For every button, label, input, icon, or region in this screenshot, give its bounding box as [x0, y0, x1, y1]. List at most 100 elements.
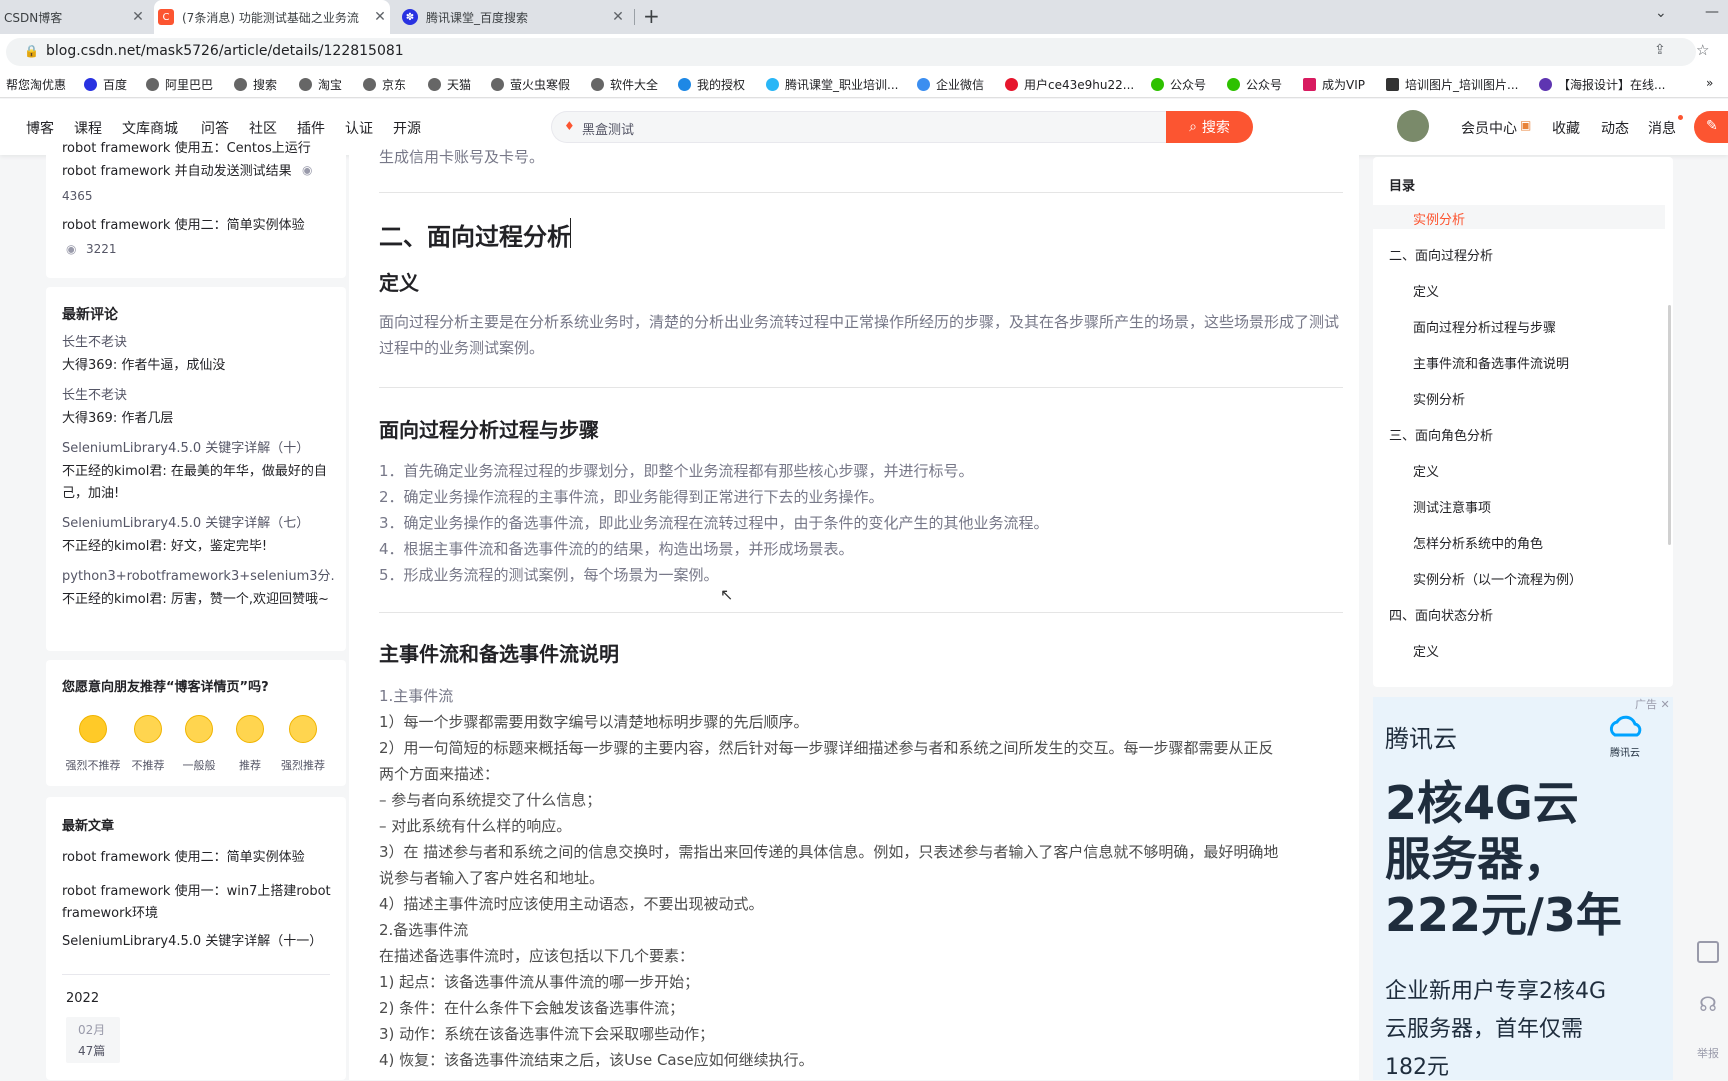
archive-year[interactable]: 2022	[66, 988, 99, 1010]
toc-item[interactable]: 二、面向过程分析	[1389, 245, 1493, 264]
avatar[interactable]	[1397, 110, 1429, 142]
bookmark-item[interactable]: 培训图片_培训图片...	[1386, 76, 1518, 93]
smile-face-icon[interactable]	[236, 715, 264, 743]
toc-item[interactable]: 主事件流和备选事件流说明	[1413, 353, 1569, 372]
wechat-icon	[1227, 78, 1240, 91]
bookmark-item[interactable]: 淘宝	[299, 76, 342, 93]
flow-line: 1) 起点：该备选事件流从事件流的哪一步开始；	[379, 973, 700, 991]
more-bookmarks-icon[interactable]: »	[1706, 76, 1713, 90]
close-icon[interactable]: ✕	[128, 9, 148, 25]
comment-post-link[interactable]: 长生不老诀	[62, 332, 127, 354]
recent-article-link[interactable]: robot framework 使用二：简单实例体验	[62, 847, 305, 869]
edit-note-button[interactable]	[1688, 932, 1728, 972]
bookmark-item[interactable]: 用户ce43e9hu22...	[1005, 76, 1134, 93]
neutral-face-icon[interactable]	[185, 715, 213, 743]
tab-search-chevron-icon[interactable]: ⌄	[1655, 5, 1667, 21]
toc-item[interactable]: 定义	[1413, 641, 1439, 660]
address-bar-row: 🔒 blog.csdn.net/mask5726/article/details…	[0, 34, 1728, 70]
recent-article-link[interactable]: robot framework 使用一：win7上搭建robot framewo…	[62, 881, 332, 925]
address-bar[interactable]: 🔒 blog.csdn.net/mask5726/article/details…	[6, 38, 1709, 66]
gift-icon: ▣	[1520, 118, 1532, 132]
bookmark-star-icon[interactable]: ☆	[1696, 41, 1709, 59]
search-button[interactable]: ⌕ 搜索	[1166, 111, 1253, 143]
browser-tab-baidu[interactable]: ✽ 腾讯课堂_百度搜索 ✕	[398, 0, 628, 34]
nav-link-plugin[interactable]: 插件	[297, 118, 325, 138]
share-icon[interactable]: ⇪	[1654, 42, 1666, 58]
member-center-link[interactable]: 会员中心	[1461, 118, 1517, 138]
bookmark-item[interactable]: 成为VIP	[1303, 76, 1365, 93]
toc-item[interactable]: 定义	[1413, 461, 1439, 480]
browser-tab-csdn[interactable]: CSDN博客 ✕	[0, 0, 148, 34]
edit-icon	[1697, 941, 1719, 963]
bookmark-item[interactable]: 萤火虫寒假	[491, 76, 570, 93]
hot-article-clipped[interactable]: robot framework 使用五：Centos上运行	[62, 138, 311, 160]
browser-tab-strip: CSDN博客 ✕ C (7条消息) 功能测试基础之业务流 ✕ ✽ 腾讯课堂_百度…	[0, 0, 1728, 34]
search-input[interactable]: ♦ 黑盒测试	[551, 111, 1167, 143]
nav-link-library[interactable]: 文库商城	[122, 118, 178, 138]
nav-link-course[interactable]: 课程	[74, 118, 102, 138]
tencent-cloud-logo-icon	[1605, 713, 1647, 743]
bookmark-item[interactable]: 企业微信	[917, 76, 984, 93]
nav-link-community[interactable]: 社区	[249, 118, 277, 138]
toc-item[interactable]: 三、面向角色分析	[1389, 425, 1493, 444]
comment-post-link[interactable]: python3+robotframework3+selenium3分...	[62, 566, 334, 588]
customer-service-button[interactable]: ☊	[1688, 984, 1728, 1024]
toc-item[interactable]: 定义	[1413, 281, 1439, 300]
globe-icon	[146, 78, 159, 91]
bookmark-item[interactable]: 帮您淘优惠	[6, 76, 66, 93]
bookmark-item[interactable]: 搜索	[234, 76, 277, 93]
messages-link[interactable]: 消息	[1648, 118, 1676, 138]
unhappy-face-icon[interactable]	[134, 715, 162, 743]
comment-post-link[interactable]: SeleniumLibrary4.5.0 关键字详解（十）	[62, 438, 309, 460]
bookmark-item[interactable]: 软件大全	[591, 76, 658, 93]
toc-item[interactable]: 面向过程分析过程与步骤	[1413, 317, 1556, 336]
minimize-icon[interactable]: —	[1705, 4, 1719, 20]
report-button[interactable]: 举报	[1688, 1038, 1728, 1068]
activity-link[interactable]: 动态	[1601, 118, 1629, 138]
step-item: 4．根据主事件流和备选事件流的的结果，构造出场景，并形成场景表。	[379, 540, 854, 558]
close-icon[interactable]: ✕	[370, 9, 390, 25]
close-icon[interactable]: ✕	[608, 9, 628, 25]
nav-link-blog[interactable]: 博客	[26, 118, 54, 138]
recent-article-link[interactable]: SeleniumLibrary4.5.0 关键字详解（十一）	[62, 931, 322, 953]
bookmark-item[interactable]: 腾讯课堂_职业培训...	[766, 76, 898, 93]
favorites-link[interactable]: 收藏	[1552, 118, 1580, 138]
bookmark-item[interactable]: 京东	[363, 76, 406, 93]
close-icon[interactable]: ✕	[1661, 698, 1670, 711]
very-angry-face-icon[interactable]	[79, 715, 107, 743]
comment-post-link[interactable]: SeleniumLibrary4.5.0 关键字详解（七）	[62, 513, 309, 535]
toc-item[interactable]: 实例分析	[1413, 389, 1465, 408]
new-tab-button[interactable]: +	[643, 4, 660, 28]
divider	[62, 974, 330, 975]
lock-icon[interactable]: 🔒	[24, 44, 39, 58]
bookmark-item[interactable]: 阿里巴巴	[146, 76, 213, 93]
nav-link-cert[interactable]: 认证	[345, 118, 373, 138]
comment-post-link[interactable]: 长生不老诀	[62, 385, 127, 407]
bookmark-item[interactable]: 我的授权	[678, 76, 745, 93]
bookmark-item[interactable]: 天猫	[428, 76, 471, 93]
bookmark-item[interactable]: 【海报设计】在线...	[1539, 76, 1665, 93]
archive-count: 47篇	[78, 1044, 106, 1058]
tencent-cloud-ad[interactable]: 广告 ✕ 腾讯云 腾讯云 2核4G云 服务器， 222元/3年 企业新用户专享2…	[1373, 697, 1673, 1080]
hot-article-title[interactable]: robot framework 使用二：简单实例体验	[62, 215, 305, 237]
toc-item[interactable]: 实例分析（以一个流程为例）	[1413, 569, 1582, 588]
toc-item[interactable]: 四、面向状态分析	[1389, 605, 1493, 624]
bookmark-item[interactable]: 公众号	[1227, 76, 1282, 93]
nav-link-opensource[interactable]: 开源	[393, 118, 421, 138]
bookmark-item[interactable]: 百度	[84, 76, 127, 93]
write-button[interactable]: ✎	[1694, 111, 1728, 143]
archive-month-chip[interactable]: 02月 47篇	[66, 1017, 120, 1063]
toc-item-active[interactable]: 实例分析	[1413, 209, 1465, 228]
weibo-icon	[1005, 78, 1018, 91]
toc-item[interactable]: 测试注意事项	[1413, 497, 1491, 516]
bookmark-item[interactable]: 公众号	[1151, 76, 1206, 93]
hot-article-title[interactable]: robot framework 并自动发送测试结果	[62, 161, 292, 183]
toc-item[interactable]: 怎样分析系统中的角色	[1413, 533, 1543, 552]
globe-icon	[678, 78, 691, 91]
browser-tab-active[interactable]: C (7条消息) 功能测试基础之业务流 ✕	[154, 0, 390, 34]
grin-face-icon[interactable]	[289, 715, 317, 743]
globe-icon	[299, 78, 312, 91]
recommend-option-label[interactable]: 强烈推荐	[268, 757, 338, 773]
toc-scrollbar[interactable]	[1668, 305, 1671, 545]
nav-link-qa[interactable]: 问答	[201, 118, 229, 138]
